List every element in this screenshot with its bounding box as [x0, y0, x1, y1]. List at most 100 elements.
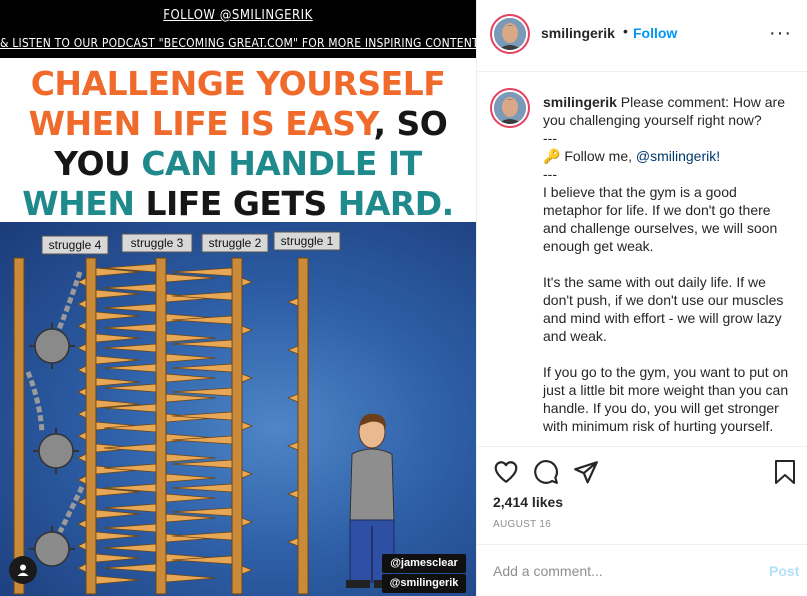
- spike: [241, 469, 254, 479]
- struggle-sign-2: struggle 2: [201, 233, 269, 253]
- image-banner: FOLLOW @SMILINGERIK & LISTEN TO OUR PODC…: [0, 0, 476, 58]
- comment-icon: [534, 460, 558, 484]
- post-image[interactable]: FOLLOW @SMILINGERIK & LISTEN TO OUR PODC…: [0, 0, 476, 596]
- wrecking-ball-2: [25, 371, 79, 474]
- likes-count[interactable]: 2,414 likes: [493, 494, 563, 510]
- spike: [95, 333, 141, 343]
- post-date[interactable]: AUGUST 16: [493, 519, 551, 530]
- mention-link[interactable]: @smilingerik!: [636, 148, 720, 164]
- spike: [103, 383, 157, 393]
- caption-username[interactable]: smilingerik: [543, 94, 617, 110]
- tagged-users-button[interactable]: [9, 556, 37, 584]
- headline-text: WHEN LIFE IS EASY: [28, 104, 374, 143]
- spike: [286, 441, 299, 451]
- post-comment-button[interactable]: Post: [769, 563, 799, 579]
- avatar-photo: [494, 18, 526, 50]
- spike: [95, 553, 141, 563]
- separator-dot: •: [623, 23, 628, 39]
- spike: [103, 543, 157, 553]
- headline-text: LIFE GETS: [145, 184, 338, 223]
- illustration-scene: struggle 4 struggle 3 struggle 2 struggl…: [0, 222, 476, 596]
- headline-text: WHEN: [22, 184, 146, 223]
- key-emoji: 🔑: [543, 148, 561, 164]
- struggle-sign-3: struggle 3: [121, 233, 193, 253]
- avatar-photo: [494, 92, 526, 124]
- share-button[interactable]: [573, 459, 599, 490]
- spike: [241, 325, 254, 335]
- spike: [165, 493, 217, 503]
- wrecking-ball-3: [29, 485, 85, 567]
- spike: [95, 289, 141, 299]
- comments-area[interactable]: smilingerik Please comment: How are you …: [477, 73, 807, 446]
- spike: [165, 273, 217, 283]
- spike: [103, 303, 157, 313]
- headline-text: CHALLENGE YOURSELF: [30, 64, 446, 103]
- wrecking-ball-1: [29, 271, 83, 369]
- headline-text: , SO: [373, 104, 448, 143]
- banner-line-1: FOLLOW @SMILINGERIK: [163, 8, 313, 23]
- spike: [103, 503, 157, 513]
- spike: [77, 563, 87, 573]
- struggle-sign-4: struggle 4: [41, 235, 109, 255]
- header-username[interactable]: smilingerik: [541, 25, 615, 41]
- spike: [77, 343, 87, 353]
- spike: [77, 475, 87, 485]
- spike: [95, 509, 141, 519]
- comment-input[interactable]: [493, 560, 743, 582]
- spike: [241, 517, 254, 527]
- spike: [95, 311, 141, 321]
- spike: [165, 453, 217, 463]
- spike: [103, 523, 157, 533]
- headline-text: YOU: [54, 144, 142, 183]
- heart-icon: [494, 461, 518, 483]
- spike: [171, 363, 233, 373]
- spike: [95, 575, 141, 585]
- spike: [286, 393, 299, 403]
- caption-separator: ---: [543, 130, 557, 146]
- follow-button[interactable]: Follow: [633, 25, 677, 41]
- bookmark-icon: [775, 460, 795, 484]
- struggle-2-label: struggle 2: [209, 236, 262, 250]
- banner-line-2: & LISTEN TO OUR PODCAST "BECOMING GREAT.…: [0, 36, 476, 50]
- image-headline: CHALLENGE YOURSELF WHEN LIFE IS EASY, SO…: [0, 58, 476, 223]
- spike: [77, 541, 87, 551]
- spike: [165, 393, 217, 403]
- spike: [103, 343, 157, 353]
- struggle-signs: struggle 4 struggle 3 struggle 2 struggl…: [41, 231, 341, 255]
- spike: [77, 299, 87, 309]
- illustration-svg: struggle 4 struggle 3 struggle 2 struggl…: [13, 231, 398, 595]
- post-side-panel: smilingerik • Follow ··· smilingerik Ple…: [476, 0, 807, 596]
- spike: [103, 363, 157, 373]
- spike: [95, 377, 141, 387]
- spike: [241, 277, 254, 287]
- spike: [77, 519, 87, 529]
- spikes: [77, 263, 299, 585]
- spike: [286, 537, 299, 547]
- watermark-jamesclear: @jamesclear: [382, 554, 466, 573]
- more-options-icon[interactable]: ···: [769, 22, 792, 45]
- person-icon: [17, 564, 29, 576]
- caption-separator: ---: [543, 166, 557, 182]
- spike: [165, 373, 217, 383]
- spike: [165, 333, 217, 343]
- post-actions: 2,414 likes AUGUST 16: [477, 446, 807, 544]
- like-button[interactable]: [493, 459, 519, 490]
- spike: [103, 323, 157, 333]
- spike: [77, 497, 87, 507]
- spike: [95, 531, 141, 541]
- caption-avatar[interactable]: [490, 88, 530, 128]
- wrecking-balls: [25, 271, 85, 567]
- avatar[interactable]: [490, 14, 530, 54]
- comment-button[interactable]: [533, 459, 559, 490]
- caption-follow-text: Follow me,: [560, 148, 636, 164]
- spike: [286, 297, 299, 307]
- spike: [77, 431, 87, 441]
- spike: [165, 353, 217, 363]
- save-button[interactable]: [773, 459, 797, 490]
- spike: [103, 283, 157, 293]
- watermark-smilingerik: @smilingerik: [382, 574, 466, 593]
- post-caption: smilingerik Please comment: How are you …: [543, 93, 793, 435]
- spike: [165, 573, 217, 583]
- spike: [241, 421, 254, 431]
- spike: [95, 355, 141, 365]
